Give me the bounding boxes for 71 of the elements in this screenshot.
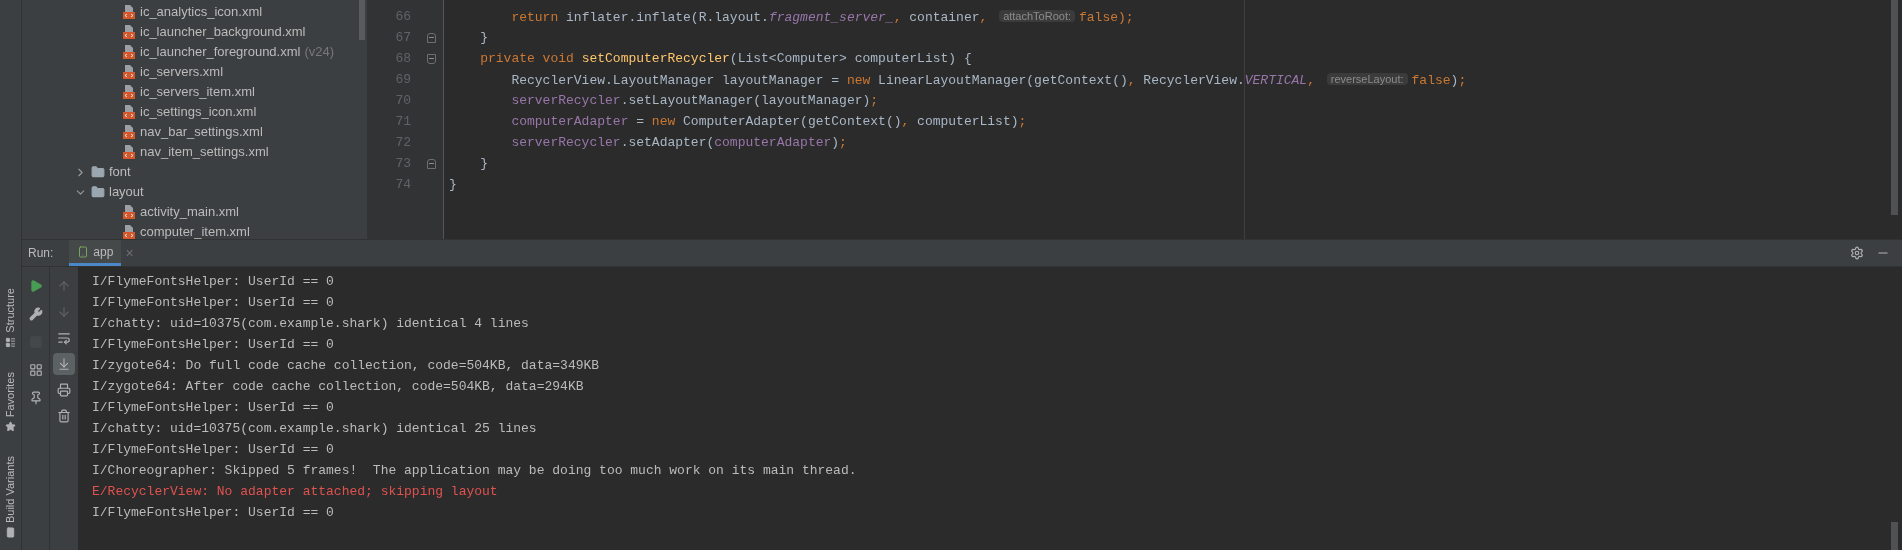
code-line: RecyclerView.LayoutManager layoutManager = new LinearLayoutManager(getContext(), RecyclerView.VERTICAL, reverseLayout: false); bbox=[510, 73, 1467, 88]
folder-icon bbox=[91, 165, 105, 179]
scrollbar-thumb[interactable] bbox=[1891, 522, 1898, 550]
log-line: I/FlymeFontsHelper: UserId == 0 bbox=[92, 442, 334, 457]
settings-icon[interactable] bbox=[1850, 246, 1864, 260]
log-line: I/FlymeFontsHelper: UserId == 0 bbox=[92, 400, 334, 415]
scroll-to-end-button[interactable] bbox=[53, 353, 75, 375]
xml-file-icon bbox=[122, 25, 136, 39]
code-line: computerAdapter = new ComputerAdapter(getContext(), computerList); bbox=[510, 114, 1027, 129]
file-name[interactable]: nav_bar_settings.xml bbox=[140, 122, 263, 142]
side-tool-tab[interactable]: Structure bbox=[2, 288, 19, 333]
xml-file-icon bbox=[122, 85, 136, 99]
folder-name[interactable]: font bbox=[109, 162, 131, 182]
side-tool-tab[interactable]: Favorites bbox=[2, 371, 19, 417]
code-line: } bbox=[479, 156, 488, 171]
fold-marker[interactable] bbox=[426, 32, 436, 43]
star-icon bbox=[5, 420, 16, 432]
scrollbar-thumb[interactable] bbox=[359, 0, 365, 40]
log-line: I/chatty: uid=10375(com.example.shark) identical 4 lines bbox=[92, 316, 529, 331]
log-line: I/Choreographer: Skipped 5 frames! The application may be doing too much work on its main thread. bbox=[92, 463, 857, 478]
file-name[interactable]: nav_item_settings.xml bbox=[140, 142, 269, 162]
wrench-icon bbox=[28, 307, 43, 321]
folder-icon bbox=[91, 185, 105, 199]
play-icon bbox=[28, 279, 43, 293]
pin-icon bbox=[28, 391, 43, 405]
xml-file-icon bbox=[122, 205, 136, 219]
scrollbar-thumb[interactable] bbox=[1891, 0, 1898, 215]
fold-marker[interactable] bbox=[426, 53, 436, 64]
folder-name[interactable]: layout bbox=[109, 182, 144, 202]
log-line: I/chatty: uid=10375(com.example.shark) identical 25 lines bbox=[92, 421, 537, 436]
xml-file-icon bbox=[122, 125, 136, 139]
code-line: return inflater.inflate(R.layout.fragment_server_, container, attachToRoot: false); bbox=[510, 10, 1134, 25]
log-line: I/FlymeFontsHelper: UserId == 0 bbox=[92, 295, 334, 310]
file-name[interactable]: ic_analytics_icon.xml bbox=[140, 2, 263, 22]
log-line: I/zygote64: Do full code cache collection, code=504KB, data=349KB bbox=[92, 358, 600, 373]
code-line: private void setComputerRecycler(List<Computer> computerList) { bbox=[479, 51, 972, 66]
fold-marker[interactable] bbox=[426, 158, 436, 169]
log-line: I/FlymeFontsHelper: UserId == 0 bbox=[92, 337, 334, 352]
log-line: I/FlymeFontsHelper: UserId == 0 bbox=[92, 274, 334, 289]
file-name[interactable]: ic_servers_item.xml bbox=[140, 82, 255, 102]
run-label: Run: bbox=[28, 245, 54, 262]
xml-file-icon bbox=[122, 225, 136, 239]
log-line: I/zygote64: After code cache collection, code=504KB, data=294KB bbox=[92, 379, 584, 394]
code-line: } bbox=[449, 177, 457, 192]
soft-wrap-icon bbox=[57, 331, 71, 345]
scroll-to-end-icon bbox=[57, 357, 71, 371]
parameter-hint: reverseLayout: bbox=[1326, 73, 1408, 85]
log-line: E/RecyclerView: No adapter attached; skipping layout bbox=[92, 484, 498, 499]
file-name[interactable]: computer_item.xml bbox=[140, 222, 250, 242]
xml-file-icon bbox=[122, 65, 136, 79]
trash-icon bbox=[57, 409, 71, 423]
code-line: serverRecycler.setAdapter(computerAdapter); bbox=[510, 135, 847, 150]
file-name[interactable]: ic_launcher_foreground.xml bbox=[140, 42, 301, 62]
file-name[interactable]: ic_launcher_background.xml bbox=[140, 22, 306, 42]
code-line: } bbox=[479, 30, 488, 45]
log-line: I/FlymeFontsHelper: UserId == 0 bbox=[92, 505, 334, 520]
xml-file-icon bbox=[122, 145, 136, 159]
file-name[interactable]: activity_main.xml bbox=[140, 202, 239, 222]
run-tab[interactable]: app bbox=[69, 240, 122, 266]
xml-file-icon bbox=[122, 105, 136, 119]
printer-icon bbox=[57, 383, 71, 397]
structure-icon bbox=[5, 336, 16, 348]
parameter-hint: attachToRoot: bbox=[999, 10, 1075, 22]
file-name[interactable]: ic_servers.xml bbox=[140, 62, 224, 82]
file-name[interactable]: ic_settings_icon.xml bbox=[140, 102, 257, 122]
file-qualifier: (v24) bbox=[304, 43, 335, 62]
xml-file-icon bbox=[122, 5, 136, 19]
side-tool-tab[interactable]: Build Variants bbox=[2, 455, 19, 523]
layout-icon bbox=[28, 363, 43, 377]
code-line: serverRecycler.setLayoutManager(layoutManager); bbox=[510, 93, 879, 108]
xml-file-icon bbox=[122, 45, 136, 59]
